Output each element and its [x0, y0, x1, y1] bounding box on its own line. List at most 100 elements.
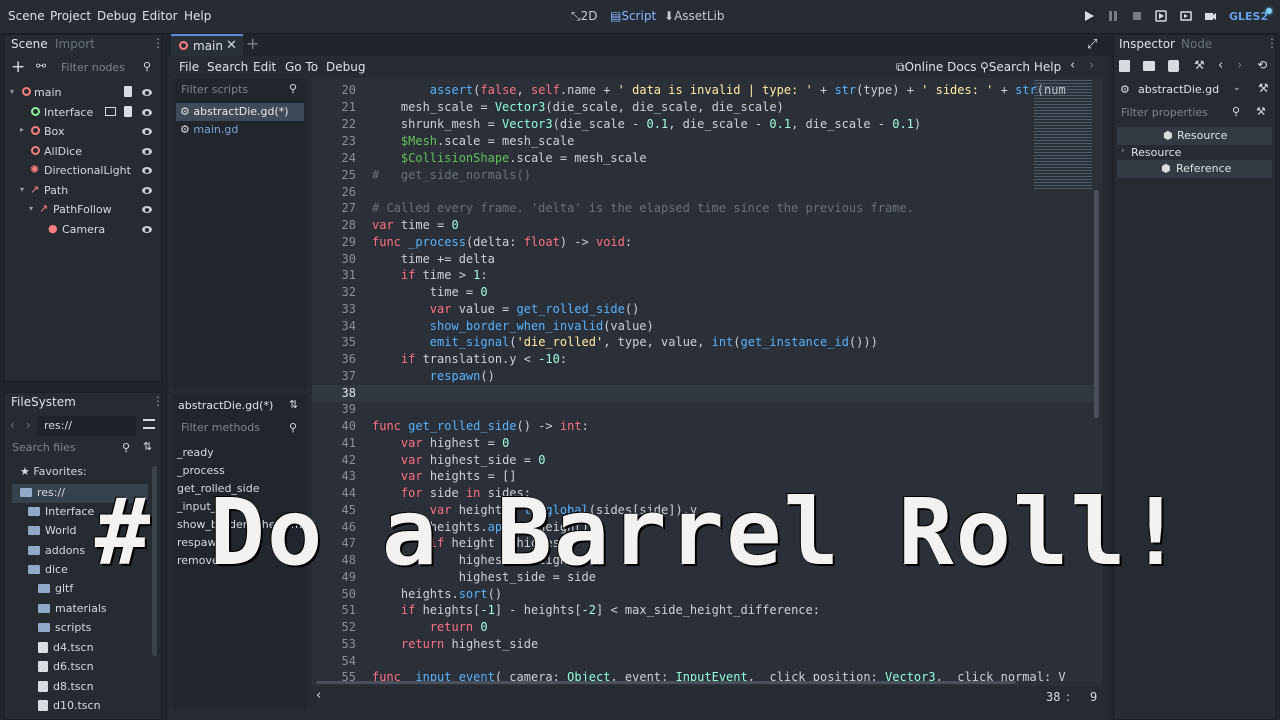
history-icon[interactable]: ⟲: [1257, 58, 1267, 72]
workspace-assetlib-button[interactable]: ⬇AssetLib: [664, 9, 725, 23]
collapse-arrow-icon[interactable]: ▾: [20, 185, 24, 194]
history-forward-icon[interactable]: ›: [1237, 58, 1242, 73]
tree-row-main[interactable]: ▾ main: [0, 83, 160, 102]
tree-row-interface[interactable]: Interface: [0, 103, 160, 122]
tab-scene[interactable]: Scene: [11, 37, 48, 51]
dock-menu-icon[interactable]: ⋮: [1266, 36, 1278, 50]
inspector-options-icon[interactable]: ⚒: [1256, 105, 1266, 118]
new-resource-icon[interactable]: [1119, 60, 1130, 72]
sort-icon[interactable]: ⇅: [143, 440, 152, 453]
path-icon: ↗: [30, 183, 40, 196]
fs-row-materials[interactable]: materials: [38, 602, 107, 621]
sort-methods-icon[interactable]: ⇅: [289, 398, 298, 411]
online-docs-button[interactable]: ⧉Online Docs: [896, 60, 977, 75]
menu-help[interactable]: Help: [184, 9, 211, 23]
split-mode-icon[interactable]: [143, 419, 155, 429]
forward-arrow-icon[interactable]: ›: [26, 418, 31, 432]
tree-row-camera[interactable]: ● Camera: [0, 220, 160, 239]
expand-arrow-icon[interactable]: ▸: [20, 125, 24, 134]
menu-edit[interactable]: Edit: [253, 60, 276, 74]
menu-file[interactable]: File: [179, 60, 199, 74]
play-scene-icon[interactable]: [1155, 10, 1167, 22]
collapse-arrow-icon[interactable]: ▾: [10, 87, 14, 96]
history-back-icon[interactable]: ‹: [1218, 58, 1223, 73]
tree-row-pathfollow[interactable]: ▾ ↗ PathFollow: [0, 200, 160, 219]
tab-inspector[interactable]: Inspector: [1119, 37, 1175, 51]
filter-nodes-input[interactable]: Filter nodes: [55, 58, 157, 78]
back-arrow-icon[interactable]: ‹: [10, 418, 15, 432]
visibility-eye-icon[interactable]: [142, 187, 152, 194]
collapse-arrow-icon[interactable]: ▾: [29, 204, 33, 213]
save-resource-icon[interactable]: [1168, 60, 1179, 72]
filter-properties-input[interactable]: Filter properties: [1115, 103, 1245, 123]
dock-menu-icon[interactable]: ⋮: [152, 36, 164, 50]
tab-node[interactable]: Node: [1181, 37, 1212, 51]
script-icon[interactable]: [124, 86, 132, 97]
script-item-abstractdie[interactable]: ⚙ abstractDie.gd(*): [176, 103, 304, 121]
fs-row-scripts[interactable]: scripts: [38, 621, 91, 640]
fs-row-d6[interactable]: d6.tscn: [38, 660, 94, 679]
visibility-eye-icon[interactable]: [142, 128, 152, 135]
workspace-2d-button[interactable]: ⤡2D: [571, 9, 597, 24]
resource-group[interactable]: › Resource: [1117, 145, 1272, 161]
play-icon[interactable]: [1083, 10, 1095, 22]
prev-script-icon[interactable]: ‹: [1070, 58, 1075, 73]
code-horizontal-scrollbar[interactable]: [316, 681, 1016, 684]
tab-filesystem[interactable]: FileSystem: [11, 395, 76, 409]
menu-goto[interactable]: Go To: [285, 60, 318, 74]
add-node-icon[interactable]: +: [11, 57, 25, 77]
expand-arrow-icon[interactable]: ›: [1121, 146, 1125, 156]
filter-scripts-input[interactable]: Filter scripts: [175, 80, 305, 100]
instance-scene-icon[interactable]: ⚯: [36, 59, 46, 73]
search-files-input[interactable]: Search files: [6, 438, 136, 458]
tab-main[interactable]: main ✕: [171, 34, 243, 56]
add-tab-icon[interactable]: +: [246, 34, 259, 53]
menu-editor[interactable]: Editor: [142, 9, 178, 23]
toggle-scripts-panel-icon[interactable]: ‹: [316, 688, 321, 703]
visibility-eye-icon[interactable]: [142, 167, 152, 174]
renderer-label[interactable]: GLES2: [1229, 10, 1268, 23]
menu-debug[interactable]: Debug: [97, 9, 136, 23]
distraction-free-icon[interactable]: ⤢: [1087, 37, 1097, 52]
script-item-main[interactable]: ⚙ main.gd: [176, 121, 304, 139]
visibility-eye-icon[interactable]: [142, 109, 152, 116]
fs-row-d4[interactable]: d4.tscn: [38, 641, 94, 660]
fs-row-d8[interactable]: d8.tscn: [38, 680, 94, 699]
tree-row-alldice[interactable]: AllDice: [0, 142, 160, 161]
inspected-object-label[interactable]: abstractDie.gd: [1138, 83, 1219, 96]
tree-row-box[interactable]: ▸ Box: [0, 122, 160, 141]
tree-row-directionallight[interactable]: ✺ DirectionalLight: [0, 161, 160, 180]
visibility-eye-icon[interactable]: [142, 148, 152, 155]
code-vertical-scrollbar[interactable]: [1094, 190, 1099, 418]
pause-icon[interactable]: [1107, 10, 1119, 22]
search-help-button[interactable]: ⚲Search Help: [980, 60, 1061, 74]
tab-import[interactable]: Import: [55, 37, 95, 51]
object-properties-icon[interactable]: ⚒: [1194, 58, 1205, 72]
menu-scene[interactable]: Scene: [8, 9, 45, 23]
visibility-eye-icon[interactable]: [142, 89, 152, 96]
stop-icon[interactable]: [1131, 10, 1143, 22]
script-icon[interactable]: [124, 106, 132, 117]
method-item[interactable]: _process: [177, 464, 225, 477]
fs-row-d10[interactable]: d10.tscn: [38, 699, 101, 718]
menu-search[interactable]: Search: [207, 60, 248, 74]
menu-debug-script[interactable]: Debug: [326, 60, 365, 74]
close-icon[interactable]: ✕: [226, 38, 237, 53]
filter-methods-input[interactable]: Filter methods: [175, 418, 305, 438]
load-resource-icon[interactable]: [1143, 61, 1155, 71]
chevron-down-icon[interactable]: ⌄: [1233, 83, 1241, 93]
menu-project[interactable]: Project: [50, 9, 91, 23]
instance-icon[interactable]: [105, 107, 116, 116]
play-custom-scene-icon[interactable]: [1180, 10, 1192, 22]
next-script-icon[interactable]: ›: [1089, 58, 1094, 73]
dock-menu-icon[interactable]: ⋮: [152, 394, 164, 408]
method-item[interactable]: _ready: [177, 446, 214, 459]
object-settings-icon[interactable]: ⚒: [1258, 81, 1269, 95]
tree-row-path[interactable]: ▾ ↗ Path: [0, 181, 160, 200]
visibility-eye-icon[interactable]: [142, 206, 152, 213]
workspace-script-button[interactable]: ▤Script: [610, 9, 656, 23]
path-field[interactable]: res://: [38, 416, 136, 436]
visibility-eye-icon[interactable]: [142, 226, 152, 233]
code-minimap[interactable]: [1034, 80, 1092, 190]
movie-icon[interactable]: [1204, 10, 1216, 22]
